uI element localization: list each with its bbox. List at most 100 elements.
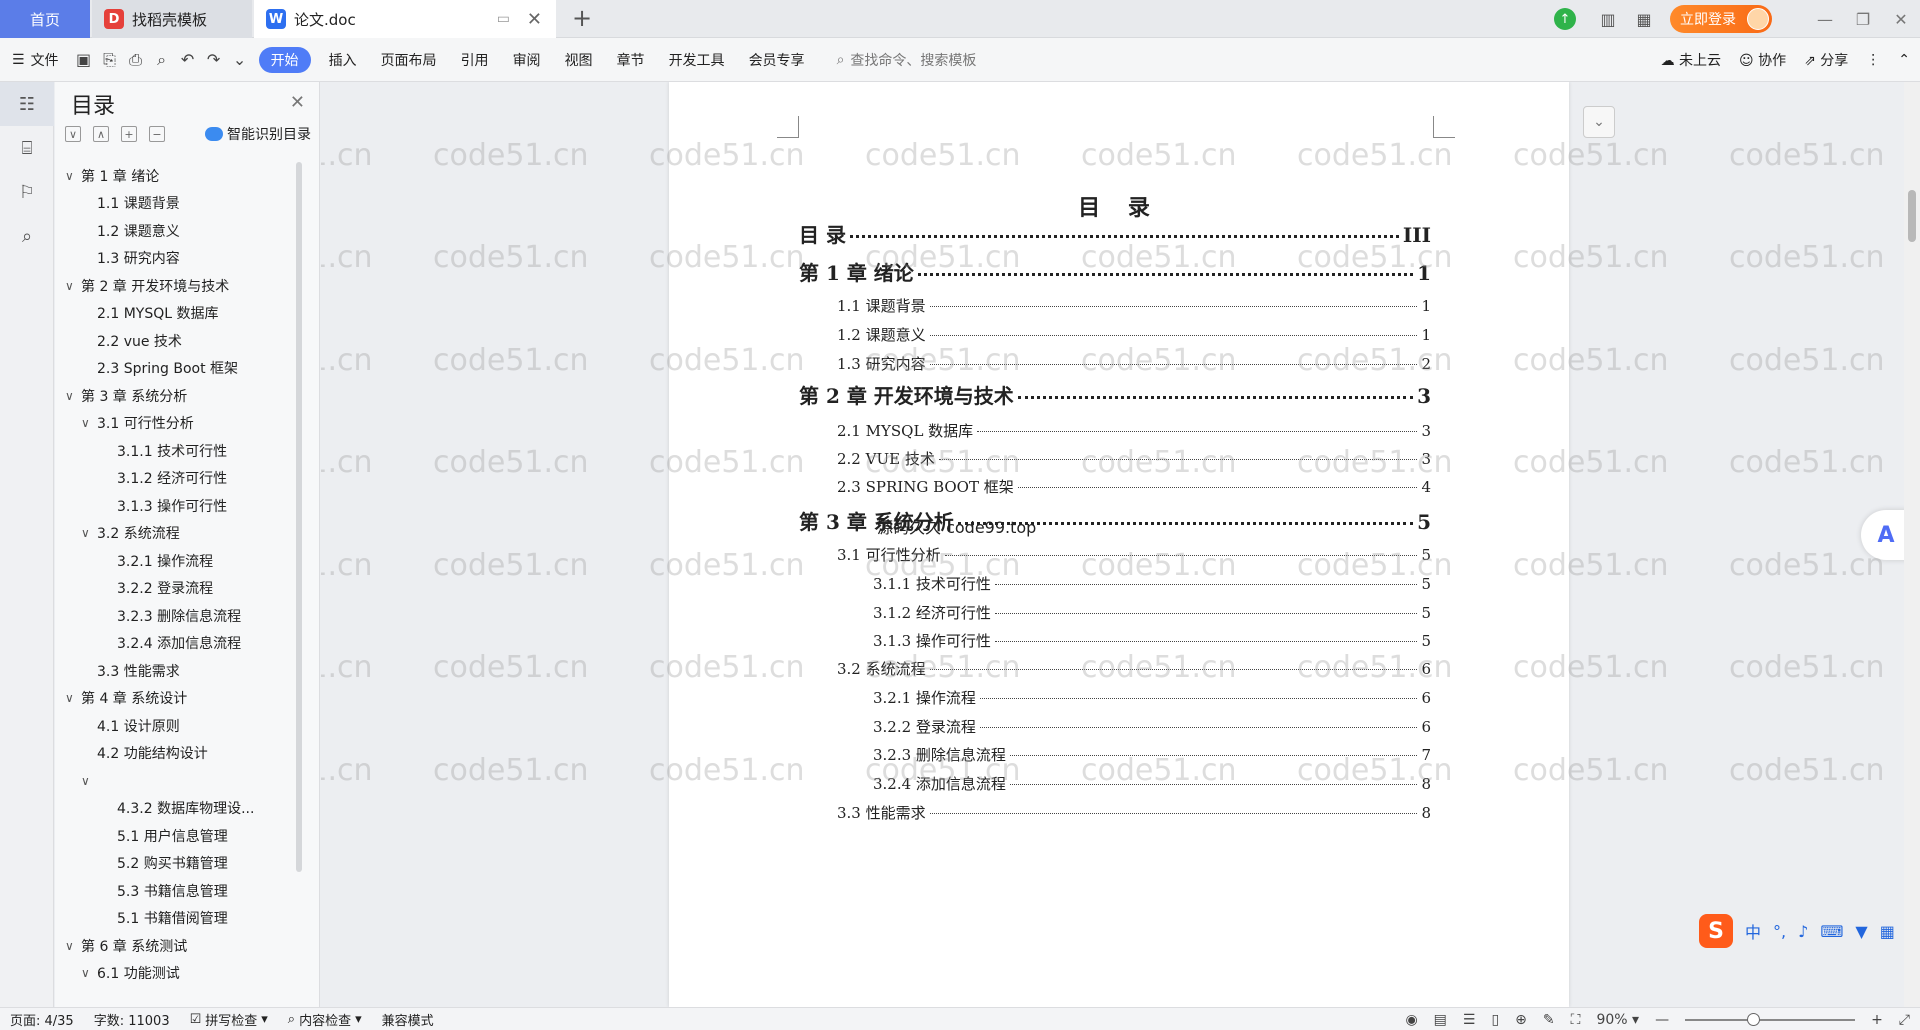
- tab-home[interactable]: 首页: [0, 0, 90, 38]
- toc-tree-item[interactable]: 3.1.1 技术可行性: [55, 437, 295, 465]
- chevron-down-icon[interactable]: ∨: [81, 966, 97, 980]
- tab-template[interactable]: D 找稻壳模板: [92, 0, 252, 38]
- close-tab-icon[interactable]: ✕: [527, 9, 542, 30]
- pen-icon[interactable]: ✎: [1543, 1012, 1555, 1028]
- chevron-down-icon[interactable]: ∨: [65, 279, 81, 293]
- toc-tree-item[interactable]: 3.2.3 删除信息流程: [55, 602, 295, 630]
- toc-tree-item[interactable]: 4.3.2 数据库物理设...: [55, 795, 295, 823]
- toc-tree-item[interactable]: 3.1.2 经济可行性: [55, 465, 295, 493]
- doc-toc-entry[interactable]: 第 2 章 开发环境与技术 3: [799, 380, 1431, 409]
- fit-icon[interactable]: ⛶: [1571, 1012, 1581, 1028]
- doc-toc-entry[interactable]: 3.2 系统流程 6: [837, 658, 1431, 679]
- tab-view[interactable]: 视图: [553, 38, 605, 82]
- undo-icon[interactable]: ↶: [175, 38, 201, 82]
- tab-references[interactable]: 引用: [449, 38, 501, 82]
- doc-toc-entry[interactable]: 3.1.1 技术可行性 5: [873, 573, 1431, 594]
- toc-icon[interactable]: ☷: [0, 82, 54, 126]
- smart-toc-button[interactable]: 智能识别目录: [205, 124, 311, 144]
- doc-toc-entry[interactable]: 3.1.3 操作可行性 5: [873, 630, 1431, 651]
- page-indicator[interactable]: 页面: 4/35: [0, 1010, 84, 1029]
- bookmark-icon[interactable]: ⚐: [0, 170, 54, 214]
- layout-icon[interactable]: ▥: [1590, 0, 1626, 38]
- save-icon[interactable]: ▣: [71, 38, 97, 82]
- doc-toc-entry[interactable]: 2.1 MYSQL 数据库 3: [837, 420, 1431, 441]
- chapter-icon[interactable]: ⌸: [0, 126, 54, 170]
- doc-toc-entry[interactable]: 1.3 研究内容 2: [837, 353, 1431, 374]
- toc-tree-item[interactable]: ∨ 6.1 功能测试: [55, 960, 295, 988]
- more-quick-icon[interactable]: ⌄: [227, 38, 253, 82]
- share-button[interactable]: ⇗ 分享: [1804, 50, 1848, 70]
- doc-toc-entry[interactable]: 3.1.2 经济可行性 5: [873, 602, 1431, 623]
- toc-tree-item[interactable]: 4.1 设计原则: [55, 712, 295, 740]
- zoom-slider[interactable]: [1685, 1012, 1856, 1026]
- export-icon[interactable]: ⎘: [97, 38, 123, 82]
- doc-toc-entry[interactable]: 3.2.1 操作流程 6: [873, 687, 1431, 708]
- tab-layout[interactable]: 页面布局: [369, 38, 449, 82]
- toc-tree-item[interactable]: ∨ 第 4 章 系统设计: [55, 685, 295, 713]
- toc-tree-item[interactable]: 3.1.3 操作可行性: [55, 492, 295, 520]
- content-check[interactable]: ⌕ 内容检查 ▾: [278, 1010, 372, 1029]
- doc-toc-entry[interactable]: 1.2 课题意义 1: [837, 324, 1431, 345]
- toc-tree-item[interactable]: 5.3 书籍信息管理: [55, 877, 295, 905]
- zoom-in-icon[interactable]: +: [1871, 1012, 1883, 1028]
- tab-developer[interactable]: 开发工具: [657, 38, 737, 82]
- toc-tree-item[interactable]: 5.1 书籍借阅管理: [55, 905, 295, 933]
- zoom-level[interactable]: 90% ▾: [1596, 1012, 1639, 1028]
- doc-toc-entry[interactable]: 3.2.3 删除信息流程 7: [873, 744, 1431, 765]
- login-button[interactable]: 立即登录: [1670, 5, 1772, 33]
- doc-toc-entry[interactable]: 2.3 SPRING BOOT 框架 4: [837, 476, 1431, 497]
- window-icon[interactable]: ▭: [497, 11, 510, 27]
- toc-tree-item[interactable]: 1.1 课题背景: [55, 190, 295, 218]
- toc-tree-item[interactable]: 1.2 课题意义: [55, 217, 295, 245]
- outline-view-icon[interactable]: ☰: [1463, 1012, 1476, 1028]
- document-page[interactable]: 目 录 源码久久 code99.top 目 录 III 第 1 章 绪论 1 1.1 课…: [669, 82, 1569, 1007]
- document-scrollbar[interactable]: [1904, 82, 1920, 1007]
- web-view-icon[interactable]: ⊕: [1515, 1012, 1527, 1028]
- doc-toc-entry[interactable]: 目 录 III: [799, 219, 1431, 248]
- ime-toolbar[interactable]: S 中 °, ♪ ⌨ ▼ ▦: [1699, 911, 1909, 951]
- restore-icon[interactable]: ❐: [1844, 10, 1882, 29]
- remove-heading-icon[interactable]: −: [149, 126, 165, 142]
- new-tab-icon[interactable]: +: [572, 4, 592, 32]
- preview-icon[interactable]: ⌕: [149, 38, 175, 82]
- tab-review[interactable]: 审阅: [501, 38, 553, 82]
- tab-insert[interactable]: 插入: [317, 38, 369, 82]
- toc-tree-item[interactable]: ∨ 3.2 系统流程: [55, 520, 295, 548]
- toc-tree-item[interactable]: ∨ 第 1 章 绪论: [55, 162, 295, 190]
- doc-toc-entry[interactable]: 1.1 课题背景 1: [837, 295, 1431, 316]
- toc-tree-item[interactable]: 2.1 MYSQL 数据库: [55, 300, 295, 328]
- find-icon[interactable]: ⌕: [0, 214, 54, 258]
- toc-tree-item[interactable]: 2.2 vue 技术: [55, 327, 295, 355]
- command-search[interactable]: ⌕ 查找命令、搜索模板: [817, 38, 989, 82]
- tab-document[interactable]: W 论文.doc ▭ ✕: [254, 0, 556, 38]
- chevron-down-icon[interactable]: ∨: [81, 526, 97, 540]
- toc-tree-item[interactable]: 1.3 研究内容: [55, 245, 295, 273]
- doc-toc-entry[interactable]: 3.3 性能需求 8: [837, 802, 1431, 823]
- collapse-all-icon[interactable]: ∧: [93, 126, 109, 142]
- tab-section[interactable]: 章节: [605, 38, 657, 82]
- print-icon[interactable]: ⎙: [123, 38, 149, 82]
- doc-toc-entry[interactable]: 3.2.4 添加信息流程 8: [873, 773, 1431, 794]
- chevron-down-icon[interactable]: ∨: [65, 939, 81, 953]
- add-heading-icon[interactable]: +: [121, 126, 137, 142]
- chevron-down-icon[interactable]: ∨: [65, 691, 81, 705]
- expand-all-icon[interactable]: ∨: [65, 126, 81, 142]
- page-view-icon[interactable]: ▤: [1434, 1012, 1447, 1028]
- read-view-icon[interactable]: ▯: [1491, 1012, 1499, 1028]
- redo-icon[interactable]: ↷: [201, 38, 227, 82]
- toc-tree-item[interactable]: ∨: [55, 767, 295, 795]
- close-toc-icon[interactable]: ✕: [290, 92, 305, 113]
- doc-toc-entry[interactable]: 第 1 章 绪论 1: [799, 257, 1431, 286]
- zoom-out-icon[interactable]: —: [1655, 1012, 1669, 1028]
- toc-tree-item[interactable]: 3.2.2 登录流程: [55, 575, 295, 603]
- minimize-icon[interactable]: —: [1806, 10, 1844, 29]
- toc-scrollbar[interactable]: [296, 162, 302, 872]
- zoom-slider-knob[interactable]: [1747, 1012, 1761, 1026]
- close-window-icon[interactable]: ✕: [1882, 10, 1920, 29]
- doc-toc-entry[interactable]: 第 3 章 系统分析 5: [799, 506, 1431, 535]
- toc-tree-item[interactable]: 2.3 Spring Boot 框架: [55, 355, 295, 383]
- chevron-down-icon[interactable]: ∨: [81, 416, 97, 430]
- apps-grid-icon[interactable]: ▦: [1626, 0, 1662, 38]
- toc-tree-item[interactable]: ∨ 3.1 可行性分析: [55, 410, 295, 438]
- toc-tree-item[interactable]: ∨ 第 3 章 系统分析: [55, 382, 295, 410]
